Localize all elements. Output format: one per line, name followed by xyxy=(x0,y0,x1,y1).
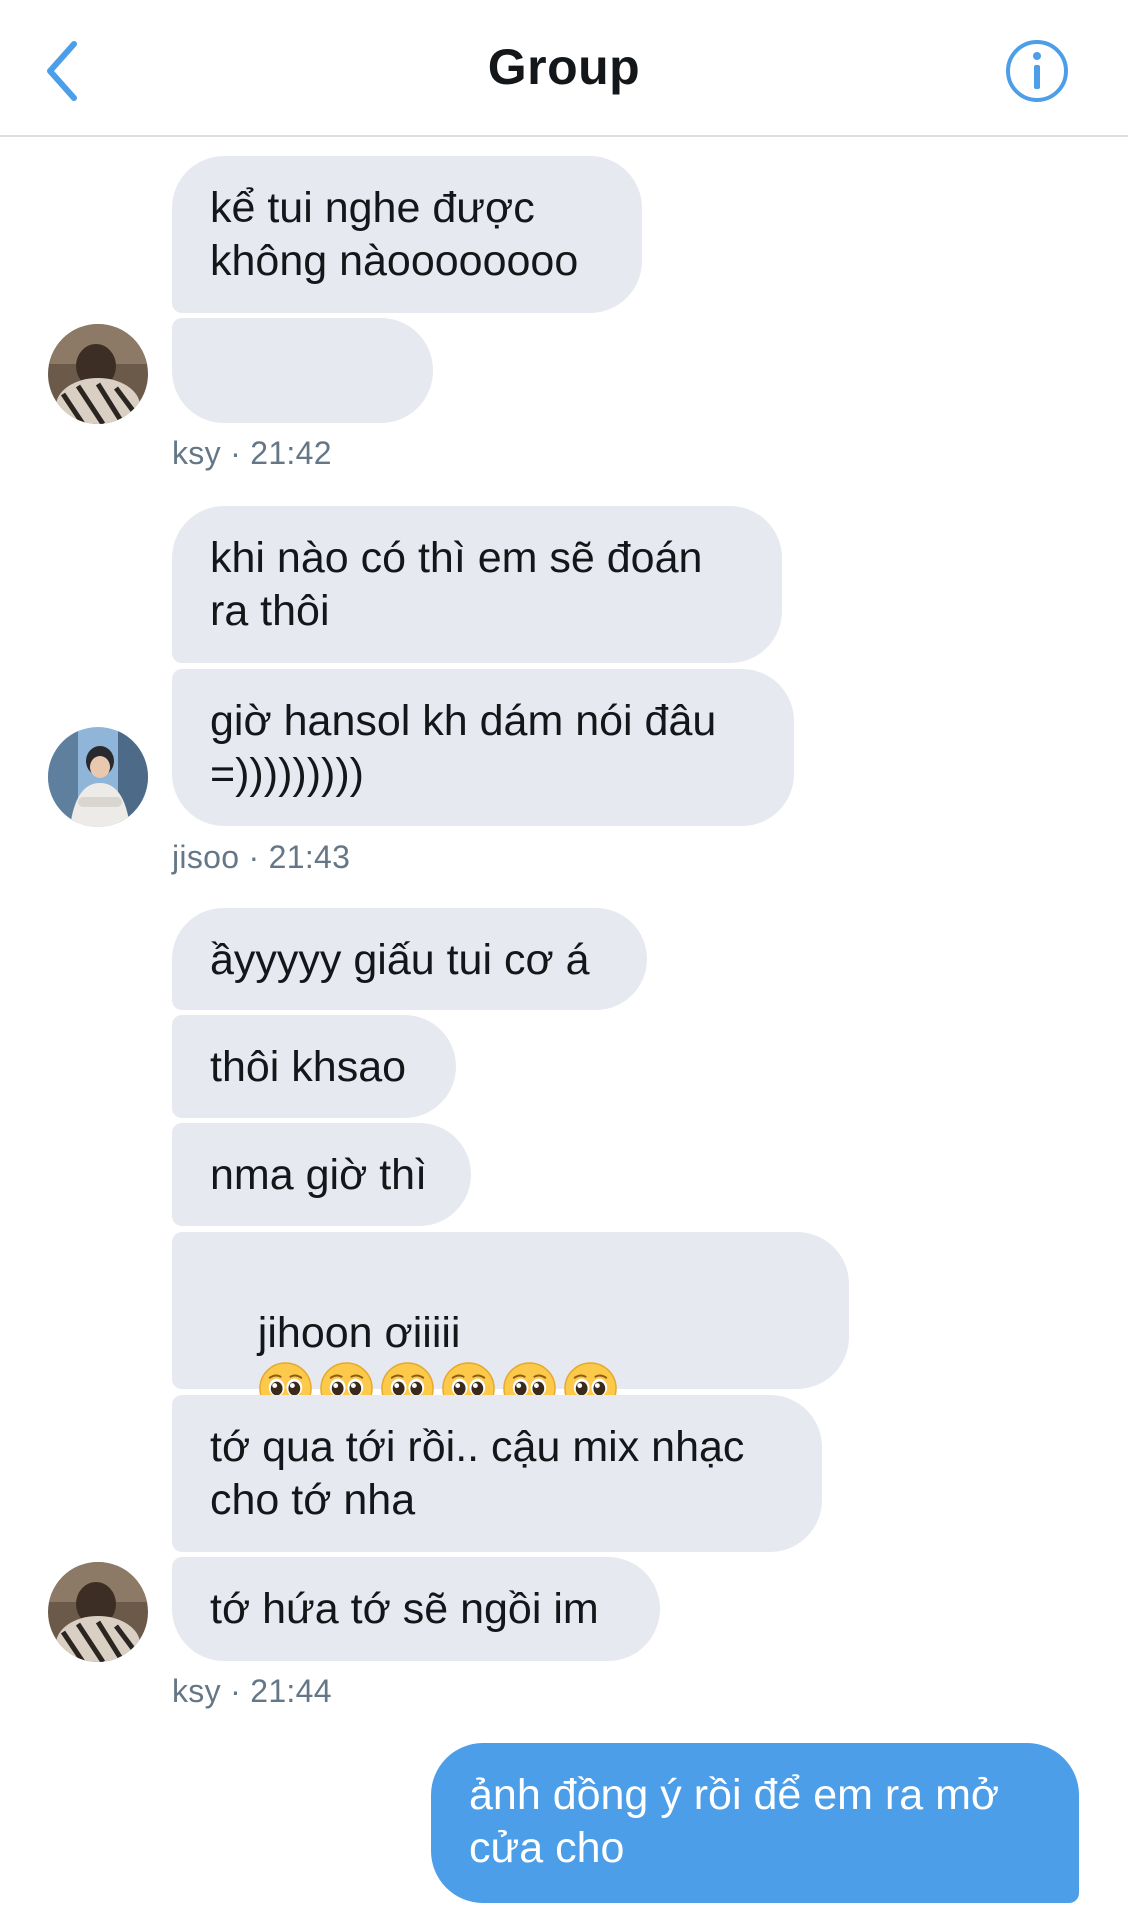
avatar-ksy[interactable] xyxy=(48,1562,148,1662)
info-circle-icon xyxy=(1006,40,1068,102)
message-bubble[interactable]: kể tui nghe được không nàoooooooo xyxy=(172,156,642,313)
conversation-title: Group xyxy=(487,39,641,95)
message-meta: jisoo · 21:43 xyxy=(172,839,351,875)
message-bubble[interactable]: ầyyyyy giấu tui cơ á xyxy=(172,908,647,1010)
message-bubble[interactable]: tớ hứa tớ sẽ ngồi im xyxy=(172,1557,660,1661)
message-bubble-emoji[interactable] xyxy=(172,318,433,823)
message-bubble[interactable]: khi nào có thì em sẽ đoán ra thôi xyxy=(172,506,782,663)
message-meta: ksy · 21:42 xyxy=(172,435,332,471)
message-meta: ksy · 21:44 xyxy=(172,1673,332,1709)
message-bubble[interactable]: nma giờ thì xyxy=(172,1123,471,1226)
message-text: jihoon ơiiiii xyxy=(257,1309,461,1357)
avatar-jisoo[interactable] xyxy=(48,727,148,827)
message-bubble[interactable]: giờ hansol kh dám nói đâu =))))))))) xyxy=(172,669,794,826)
avatar-ksy[interactable] xyxy=(48,324,148,424)
message-bubble-emoji[interactable]: jihoon ơiiiii xyxy=(172,1232,849,1472)
conversation-header: Group xyxy=(0,0,1128,137)
message-bubble[interactable]: tớ qua tới rồi.. cậu mix nhạc cho tớ nha xyxy=(172,1395,822,1552)
sent-message-bubble[interactable]: ảnh đồng ý rồi để em ra mở cửa cho xyxy=(431,1743,1079,1903)
message-bubble[interactable]: thôi khsao xyxy=(172,1015,456,1118)
conversation-info-button[interactable] xyxy=(1004,38,1070,104)
message-list[interactable]: kể tui nghe được không nàoooooooo ksy · … xyxy=(0,137,1128,1920)
